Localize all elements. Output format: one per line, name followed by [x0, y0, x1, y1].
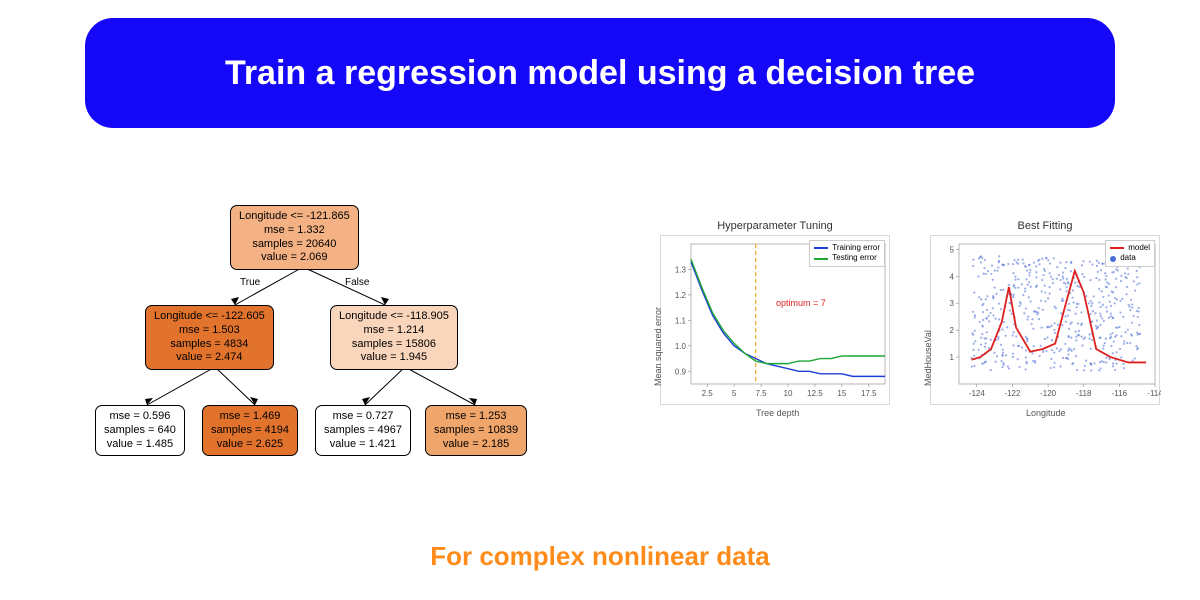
- node-value: value = 1.485: [104, 438, 176, 452]
- legend-label: model: [1128, 243, 1150, 253]
- svg-text:-116: -116: [1112, 389, 1128, 398]
- edge-label-true: True: [240, 277, 260, 290]
- svg-text:-120: -120: [1040, 389, 1057, 398]
- chart-title: Hyperparameter Tuning: [661, 220, 889, 232]
- svg-text:-118: -118: [1076, 389, 1092, 398]
- svg-text:1: 1: [950, 353, 955, 362]
- legend-item: Testing error: [814, 253, 880, 263]
- svg-text:7.5: 7.5: [755, 389, 767, 398]
- slide-title: Train a regression model using a decisio…: [225, 54, 975, 93]
- svg-text:2.5: 2.5: [702, 389, 714, 398]
- node-value: value = 1.945: [339, 351, 449, 365]
- svg-text:1.1: 1.1: [675, 316, 687, 325]
- node-mse: mse = 1.214: [339, 324, 449, 338]
- tree-leaf-2: mse = 0.727 samples = 4967 value = 1.421: [315, 405, 411, 456]
- node-value: value = 2.069: [239, 251, 350, 265]
- svg-text:-124: -124: [969, 389, 986, 398]
- node-samples: samples = 10839: [434, 424, 518, 438]
- svg-text:1.0: 1.0: [675, 342, 687, 351]
- node-value: value = 2.185: [434, 438, 518, 452]
- chart-xlabel: Tree depth: [756, 408, 799, 418]
- svg-text:10: 10: [784, 389, 793, 398]
- node-mse: mse = 0.727: [324, 410, 402, 424]
- legend-item: data: [1110, 253, 1150, 263]
- chart-best-fitting: Best Fitting 12345-124-122-120-118-116-1…: [930, 235, 1160, 405]
- legend-label: Testing error: [832, 253, 876, 263]
- svg-text:5: 5: [950, 245, 955, 254]
- svg-text:3: 3: [950, 299, 955, 308]
- chart-ylabel: MedHouseVal: [923, 330, 933, 386]
- slide-title-banner: Train a regression model using a decisio…: [85, 18, 1115, 128]
- node-mse: mse = 1.503: [154, 324, 265, 338]
- node-samples: samples = 4967: [324, 424, 402, 438]
- node-samples: samples = 4834: [154, 338, 265, 352]
- chart-xlabel: Longitude: [1026, 408, 1066, 418]
- edge-label-false: False: [345, 277, 369, 290]
- node-samples: samples = 15806: [339, 338, 449, 352]
- node-mse: mse = 1.253: [434, 410, 518, 424]
- node-mse: mse = 0.596: [104, 410, 176, 424]
- node-value: value = 1.421: [324, 438, 402, 452]
- svg-text:4: 4: [950, 272, 955, 281]
- tree-node-right: Longitude <= -118.905 mse = 1.214 sample…: [330, 305, 458, 370]
- chart-legend: model data: [1105, 240, 1155, 267]
- chart-annotation: optimum = 7: [776, 298, 826, 308]
- chart-ylabel: Mean squared error: [653, 307, 663, 386]
- svg-text:12.5: 12.5: [807, 389, 823, 398]
- svg-text:15: 15: [837, 389, 846, 398]
- chart-title: Best Fitting: [931, 220, 1159, 232]
- tree-leaf-1: mse = 1.469 samples = 4194 value = 2.625: [202, 405, 298, 456]
- svg-text:1.3: 1.3: [675, 265, 687, 274]
- decision-tree-diagram: Longitude <= -121.865 mse = 1.332 sample…: [85, 205, 555, 470]
- svg-text:5: 5: [732, 389, 737, 398]
- node-mse: mse = 1.469: [211, 410, 289, 424]
- node-samples: samples = 20640: [239, 238, 350, 252]
- node-condition: Longitude <= -122.605: [154, 310, 265, 324]
- svg-text:2: 2: [950, 326, 955, 335]
- chart-legend: Training error Testing error: [809, 240, 885, 267]
- legend-label: Training error: [832, 243, 880, 253]
- node-condition: Longitude <= -121.865: [239, 210, 350, 224]
- node-samples: samples = 4194: [211, 424, 289, 438]
- node-value: value = 2.474: [154, 351, 265, 365]
- node-mse: mse = 1.332: [239, 224, 350, 238]
- node-condition: Longitude <= -118.905: [339, 310, 449, 324]
- svg-text:-114: -114: [1147, 389, 1161, 398]
- legend-item: model: [1110, 243, 1150, 253]
- chart-hyperparameter-tuning: Hyperparameter Tuning 0.91.01.11.21.32.5…: [660, 235, 890, 405]
- svg-text:0.9: 0.9: [675, 367, 687, 376]
- tree-leaf-0: mse = 0.596 samples = 640 value = 1.485: [95, 405, 185, 456]
- node-samples: samples = 640: [104, 424, 176, 438]
- node-value: value = 2.625: [211, 438, 289, 452]
- svg-text:17.5: 17.5: [861, 389, 877, 398]
- svg-text:-122: -122: [1004, 389, 1021, 398]
- legend-item: Training error: [814, 243, 880, 253]
- legend-label: data: [1120, 253, 1136, 263]
- tree-node-root: Longitude <= -121.865 mse = 1.332 sample…: [230, 205, 359, 270]
- slide-subtitle: For complex nonlinear data: [0, 541, 1200, 572]
- svg-text:1.2: 1.2: [675, 291, 687, 300]
- tree-node-left: Longitude <= -122.605 mse = 1.503 sample…: [145, 305, 274, 370]
- tree-leaf-3: mse = 1.253 samples = 10839 value = 2.18…: [425, 405, 527, 456]
